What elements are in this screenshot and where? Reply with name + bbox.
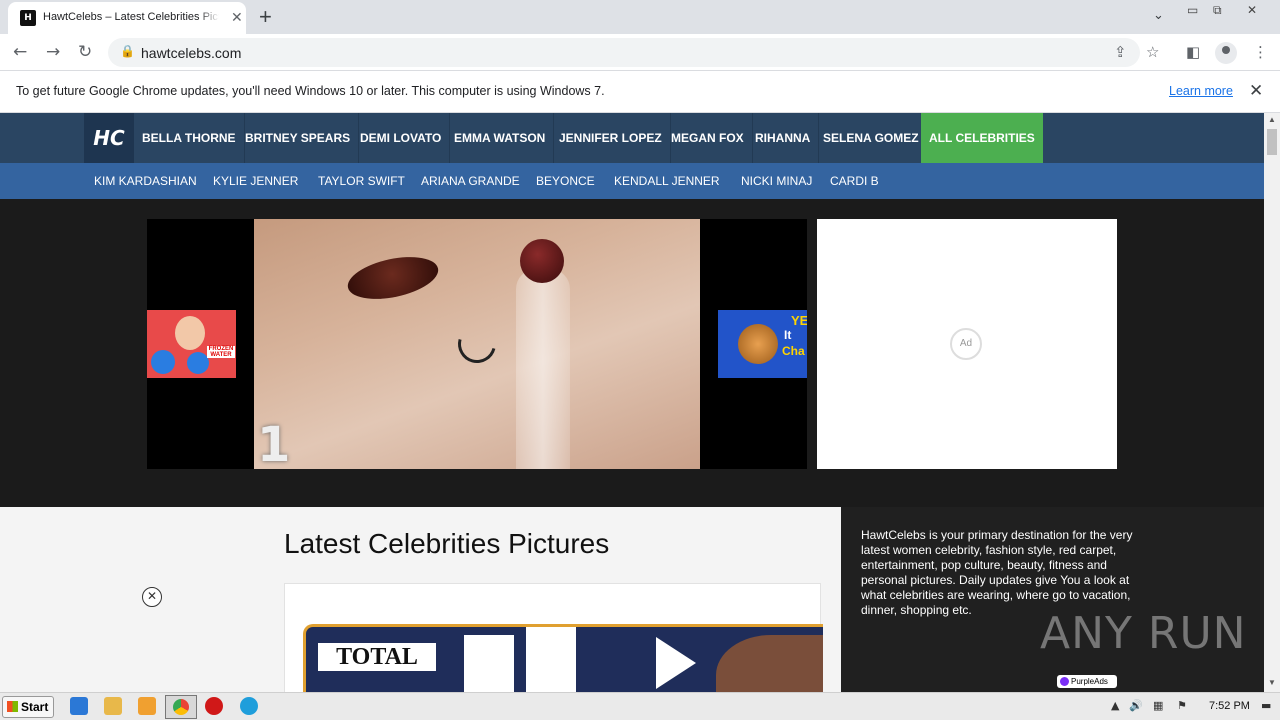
taskbar-clock[interactable]: 7:52 PM <box>1209 700 1250 712</box>
side-panel-icon[interactable]: ◧ <box>1186 43 1200 61</box>
tab-title: HawtCelebs – Latest Celebrities Pictures <box>43 11 219 23</box>
network-icon[interactable]: ▦ <box>1153 699 1163 712</box>
url-text[interactable]: hawtcelebs.com <box>141 45 241 61</box>
previous-video-thumbnail[interactable]: FROZEN WATER <box>147 310 236 378</box>
tab-search-chevron-icon[interactable]: ⌄ <box>1153 8 1164 23</box>
restore-window-button[interactable]: ⧉ <box>1213 3 1222 18</box>
infobar-message: To get future Google Chrome updates, you… <box>16 84 605 98</box>
nav-item-emma-watson[interactable]: EMMA WATSON <box>446 113 555 163</box>
nav2-item-taylor-swift[interactable]: TAYLOR SWIFT <box>318 174 405 188</box>
nav2-item-kendall-jenner[interactable]: KENDALL JENNER <box>614 174 720 188</box>
anyrun-watermark: ANY RUN <box>1040 608 1247 659</box>
chrome-taskbar-button[interactable] <box>165 695 197 719</box>
learn-more-link[interactable]: Learn more <box>1169 84 1233 98</box>
thumb-text: YE <box>791 313 807 328</box>
about-text: HawtCelebs is your primary destination f… <box>861 528 1133 617</box>
lock-icon[interactable]: 🔒 <box>120 44 135 58</box>
profile-avatar-icon[interactable] <box>1215 42 1237 64</box>
new-tab-button[interactable]: + <box>259 4 272 30</box>
chrome-icon <box>173 699 189 715</box>
site-logo[interactable]: HC <box>84 113 134 163</box>
page-viewport: HC BELLA THORNE BRITNEY SPEARS DEMI LOVA… <box>0 113 1264 692</box>
purple-ads-badge[interactable]: PurpleAds <box>1057 675 1117 688</box>
nav2-item-ariana-grande[interactable]: ARIANA GRANDE <box>421 174 520 188</box>
thumb-coin <box>738 324 778 364</box>
back-icon[interactable]: ← <box>13 42 27 62</box>
menu-kebab-icon[interactable]: ⋮ <box>1253 43 1268 61</box>
video-object <box>344 249 442 307</box>
next-video-thumbnail[interactable]: YE It Cha <box>718 310 807 378</box>
nav-item-bella-thorne[interactable]: BELLA THORNE <box>134 113 245 163</box>
scrollbar-thumb[interactable] <box>1267 129 1277 155</box>
thumb-ball <box>187 352 209 374</box>
poster-shape <box>526 627 576 692</box>
poster-shape <box>716 635 823 692</box>
forward-icon[interactable]: → <box>46 42 60 62</box>
tray-expand-icon[interactable]: ▲ <box>1111 699 1119 712</box>
show-desktop-icon[interactable]: ▬ <box>1261 699 1271 712</box>
opera-icon[interactable] <box>205 697 223 715</box>
sidebar: HawtCelebs is your primary destination f… <box>841 507 1264 692</box>
nav-item-jennifer-lopez[interactable]: JENNIFER LOPEZ <box>551 113 671 163</box>
tab-close-icon[interactable]: ✕ <box>231 9 243 26</box>
post-image[interactable]: TOTAL <box>303 624 823 692</box>
scroll-up-icon[interactable]: ▲ <box>1268 115 1276 124</box>
action-center-flag-icon[interactable]: ⚑ <box>1177 699 1187 712</box>
secondary-nav: KIM KARDASHIAN KYLIE JENNER TAYLOR SWIFT… <box>0 163 1264 199</box>
infobar-close-icon[interactable]: ✕ <box>1249 81 1263 101</box>
post-card[interactable]: TOTAL <box>284 583 823 692</box>
video-frame[interactable]: 1 <box>254 219 700 469</box>
video-object <box>520 239 564 283</box>
address-bar[interactable]: 🔒 hawtcelebs.com <box>108 38 1140 67</box>
page-title: Latest Celebrities Pictures <box>284 528 610 559</box>
main-content: Latest Celebrities Pictures TOTAL <box>0 507 841 692</box>
scroll-down-icon[interactable]: ▼ <box>1268 678 1276 687</box>
nav-item-demi-lovato[interactable]: DEMI LOVATO <box>352 113 451 163</box>
nav-item-megan-fox[interactable]: MEGAN FOX <box>663 113 753 163</box>
ad-badge: Ad <box>950 328 982 360</box>
browser-tab[interactable]: H HawtCelebs – Latest Celebrities Pictur… <box>8 2 246 34</box>
volume-icon[interactable]: 🔊 <box>1129 699 1143 712</box>
edge-icon[interactable] <box>240 697 258 715</box>
update-infobar: To get future Google Chrome updates, you… <box>0 72 1280 113</box>
thumb-face <box>175 316 205 350</box>
loading-spinner-icon <box>451 318 503 370</box>
nav-item-britney-spears[interactable]: BRITNEY SPEARS <box>237 113 360 163</box>
countdown-number: 1 <box>257 417 291 469</box>
nav2-item-nicki-minaj[interactable]: NICKI MINAJ <box>741 174 812 188</box>
nav2-item-beyonce[interactable]: BEYONCE <box>536 174 595 188</box>
nav-item-selena-gomez[interactable]: SELENA GOMEZ <box>815 113 928 163</box>
thumb-tag: FROZEN WATER <box>207 346 235 358</box>
bookmark-star-icon[interactable]: ☆ <box>1146 43 1159 61</box>
nav2-item-kim-kardashian[interactable]: KIM KARDASHIAN <box>94 174 197 188</box>
poster-shape <box>464 635 514 692</box>
thumb-text: It <box>784 328 792 342</box>
nav-item-all-celebrities[interactable]: ALL CELEBRITIES <box>921 113 1043 163</box>
share-icon[interactable]: ⇪ <box>1114 43 1127 61</box>
close-window-button[interactable]: ✕ <box>1247 3 1257 17</box>
video-player[interactable]: FROZEN WATER 1 YE It Cha <box>147 219 807 469</box>
poster-shape <box>656 637 696 689</box>
video-object <box>516 269 570 469</box>
reload-icon[interactable]: ↻ <box>78 42 92 62</box>
ad-slot[interactable]: Ad <box>817 219 1117 469</box>
browser-toolbar: ← → ↻ 🔒 hawtcelebs.com ⇪ ☆ ◧ ⋮ <box>0 34 1280 71</box>
thumb-ball <box>151 350 175 374</box>
nav-item-rihanna[interactable]: RIHANNA <box>747 113 820 163</box>
media-player-icon[interactable] <box>138 697 156 715</box>
close-ad-button[interactable]: ✕ <box>142 587 162 607</box>
nav2-item-cardi-b[interactable]: CARDI B <box>830 174 879 188</box>
start-button[interactable]: Start <box>2 696 54 718</box>
thumb-text: Cha <box>782 344 805 358</box>
poster-title: TOTAL <box>318 643 436 671</box>
explorer-folder-icon[interactable] <box>104 697 122 715</box>
page-scrollbar[interactable]: ▲ ▼ <box>1264 113 1280 692</box>
tab-strip: H HawtCelebs – Latest Celebrities Pictur… <box>0 0 1280 34</box>
site-favicon-icon: H <box>20 10 36 26</box>
primary-nav: HC BELLA THORNE BRITNEY SPEARS DEMI LOVA… <box>0 113 1264 163</box>
minimize-window-button[interactable]: ▭ <box>1187 3 1198 17</box>
windows-taskbar: Start ▲ 🔊 ▦ ⚑ 7:52 PM ▬ <box>0 692 1280 720</box>
ie-icon[interactable] <box>70 697 88 715</box>
nav2-item-kylie-jenner[interactable]: KYLIE JENNER <box>213 174 298 188</box>
